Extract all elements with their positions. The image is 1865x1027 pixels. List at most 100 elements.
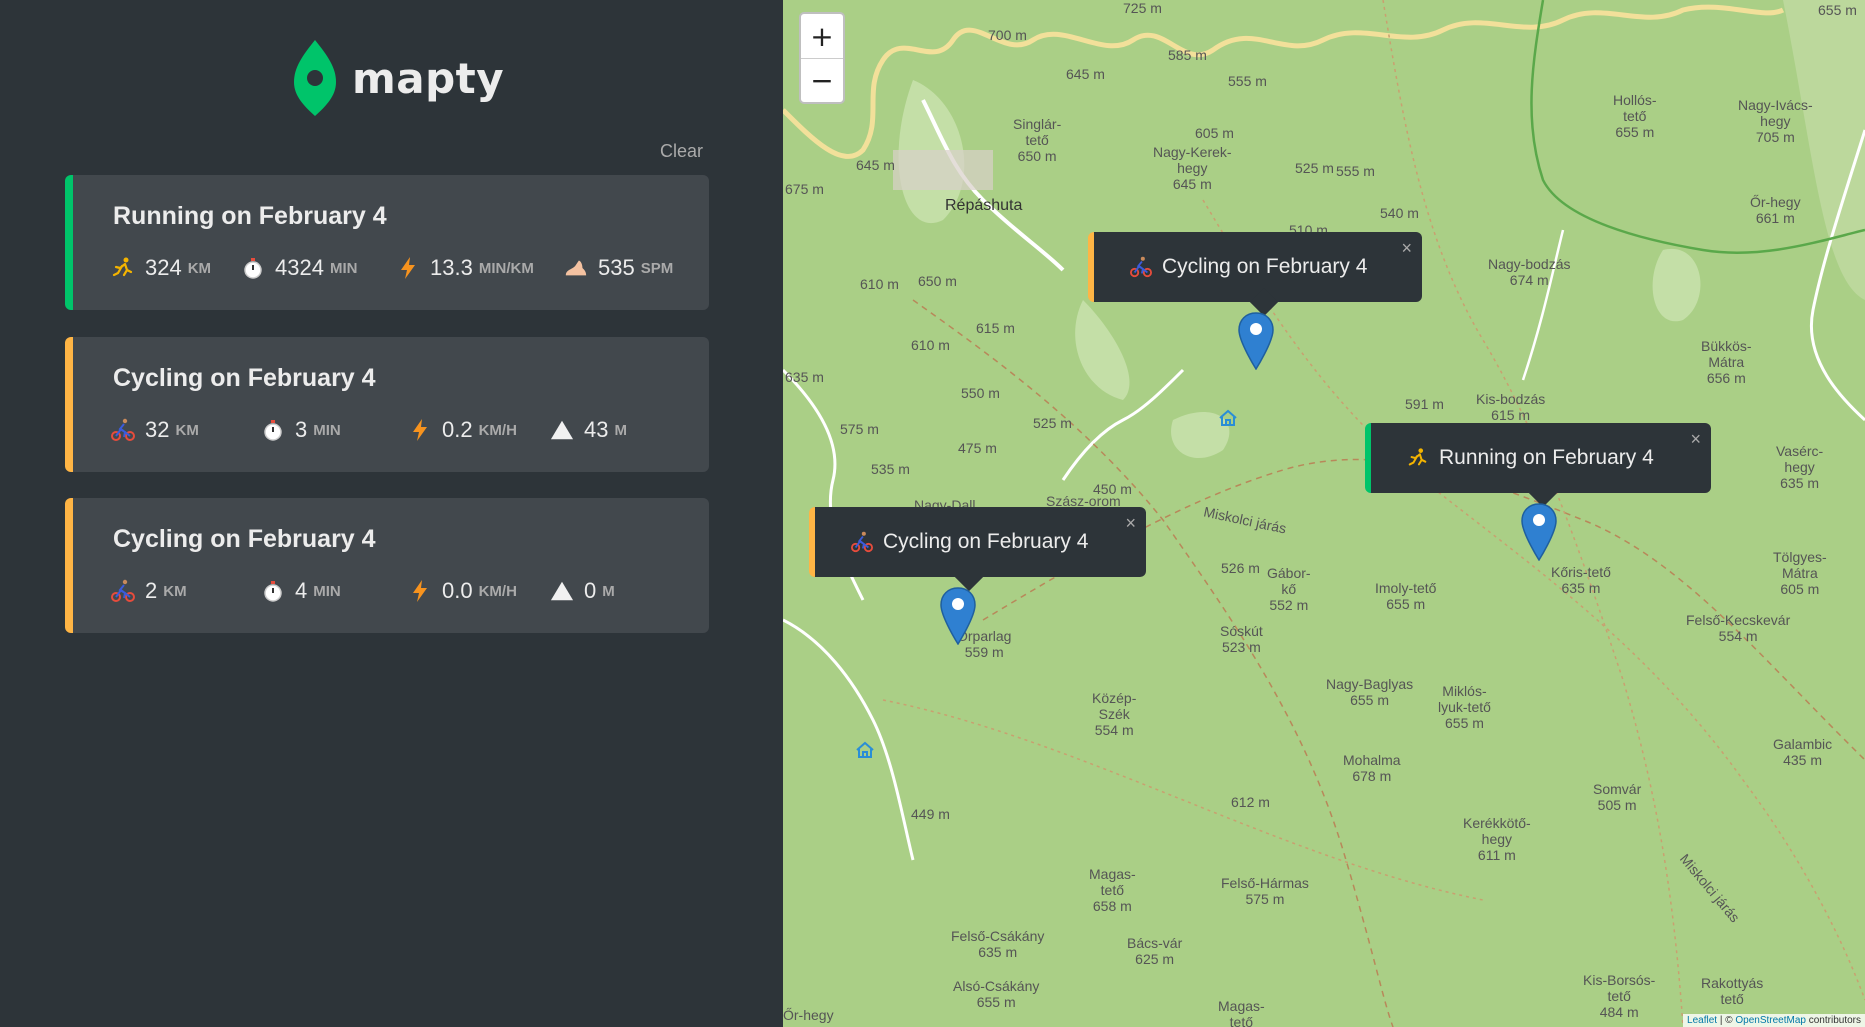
mountain-icon [550,418,574,442]
workout-details: 2 KM 4 MIN 0.0 KM/H 0 M [111,578,615,604]
running-icon [1407,447,1429,469]
map-label: Felső-Hármas 575 m [1221,875,1309,907]
shelter-icon [1218,408,1238,433]
workout-popup[interactable]: Cycling on February 4 × [809,507,1146,592]
map-marker[interactable] [1520,503,1558,562]
workout-speed: 0.2 KM/H [408,417,550,443]
workout-distance: 2 KM [111,578,261,604]
map-label: Gábor- kő 552 m [1267,565,1311,613]
close-icon[interactable]: × [1401,238,1412,259]
lightning-icon [396,256,420,280]
map-label: 555 m [1336,163,1375,179]
workout-card[interactable]: Cycling on February 4 2 KM 4 MIN 0.0 KM/… [65,498,709,633]
mountain-icon [550,579,574,603]
sidebar: mapty Clear Running on February 4 324 KM… [0,0,783,1027]
map-label: Magas- tető 658 m [1089,866,1136,914]
map-label: Bükkös- Mátra 656 m [1701,338,1752,386]
map-label: 700 m [988,27,1027,43]
popup-label: Running on February 4 [1439,446,1654,469]
lightning-icon [408,418,432,442]
workout-card[interactable]: Cycling on February 4 32 KM 3 MIN 0.2 KM… [65,337,709,472]
close-icon[interactable]: × [1690,429,1701,450]
cycling-icon [111,418,135,442]
map-label: Bács-vár 625 m [1127,935,1183,967]
close-icon[interactable]: × [1125,513,1136,534]
map-marker[interactable] [939,587,977,646]
map-label: 585 m [1168,47,1207,63]
map-label: Tölgyes- Mátra 605 m [1773,549,1827,597]
zoom-in-button[interactable]: + [801,14,843,58]
osm-link[interactable]: OpenStreetMap [1735,1015,1806,1026]
shelter-icon [855,740,875,765]
workout-distance: 324 KM [111,255,241,281]
map-label: Közép- Szék 554 m [1092,690,1137,738]
map[interactable]: 725 m 700 m 585 m 645 m 555 m Singlár- t… [783,0,1865,1027]
stopwatch-icon [241,256,265,280]
map-label: 591 m [1405,396,1444,412]
lightning-icon [408,579,432,603]
stopwatch-icon [261,579,285,603]
map-label: Miklós- lyuk-tető 655 m [1438,683,1491,731]
map-label: Singlár- tető 650 m [1013,116,1062,164]
map-label: 555 m [1228,73,1267,89]
map-label: Nagy-bodzás 674 m [1488,256,1571,288]
workout-card[interactable]: Running on February 4 324 KM 4324 MIN 13… [65,175,709,310]
map-label: 675 m [785,181,824,197]
workout-cadence: 535 SPM [564,255,673,281]
workout-title: Running on February 4 [113,202,387,230]
map-label: 635 m [785,369,824,385]
map-label: Hollós- tető 655 m [1613,92,1657,140]
map-label: Répáshuta [945,197,1023,214]
workout-duration: 4 MIN [261,578,408,604]
logo: mapty [292,38,504,118]
map-label: Nagy-Kerek- hegy 645 m [1153,144,1232,192]
leaflet-link[interactable]: Leaflet [1687,1015,1717,1026]
map-label: Rakottyás tető [1701,975,1764,1007]
map-label: 725 m [1123,0,1162,16]
map-label: 550 m [961,385,1000,401]
map-label: Kis-Borsós- tető 484 m [1583,972,1656,1020]
workout-pace: 13.3 MIN/KM [396,255,564,281]
map-label: Magas- tető [1218,998,1265,1027]
map-label: 575 m [840,421,879,437]
map-label: 449 m [911,806,950,822]
map-label: 535 m [871,461,910,477]
map-label: 526 m [1221,560,1260,576]
map-label: Imoly-tető 655 m [1375,580,1437,612]
map-label: Őr-hegy [783,1007,834,1023]
map-label: 655 m [1818,2,1857,18]
workout-popup[interactable]: Running on February 4 × [1365,423,1711,508]
map-label: Kőris-tető 635 m [1551,564,1611,596]
map-label: 645 m [1066,66,1105,82]
map-label: Mohalma 678 m [1343,752,1401,784]
workout-elevation: 0 M [550,578,615,604]
map-label: 650 m [918,273,957,289]
running-icon [111,256,135,280]
popup-label: Cycling on February 4 [1162,255,1368,278]
map-label: Kerékkötő- hegy 611 m [1463,815,1531,863]
workout-popup[interactable]: Cycling on February 4 × [1088,232,1422,317]
workout-duration: 3 MIN [261,417,408,443]
map-label: Sóskút 523 m [1220,623,1263,655]
stopwatch-icon [261,418,285,442]
map-label: 610 m [860,276,899,292]
map-label: Somvár 505 m [1593,781,1642,813]
clear-button[interactable]: Clear [660,141,703,162]
map-label: 450 m [1093,481,1132,497]
workout-title: Cycling on February 4 [113,525,376,553]
map-marker[interactable] [1237,312,1275,371]
map-label: 525 m [1033,415,1072,431]
zoom-out-button[interactable]: − [801,58,843,102]
map-label: Felső-Kecskevár 554 m [1686,612,1791,644]
workout-details: 32 KM 3 MIN 0.2 KM/H 43 M [111,417,627,443]
map-label: Nagy-Baglyas 655 m [1326,676,1414,708]
map-label: Kis-bodzás 615 m [1476,391,1546,423]
map-label: Őr-hegy 661 m [1750,194,1801,226]
map-label: 610 m [911,337,950,353]
workout-distance: 32 KM [111,417,261,443]
zoom-control: + − [799,12,845,104]
workout-title: Cycling on February 4 [113,364,376,392]
foot-icon [564,256,588,280]
map-pin-logo-icon [294,40,336,116]
cycling-icon [111,579,135,603]
